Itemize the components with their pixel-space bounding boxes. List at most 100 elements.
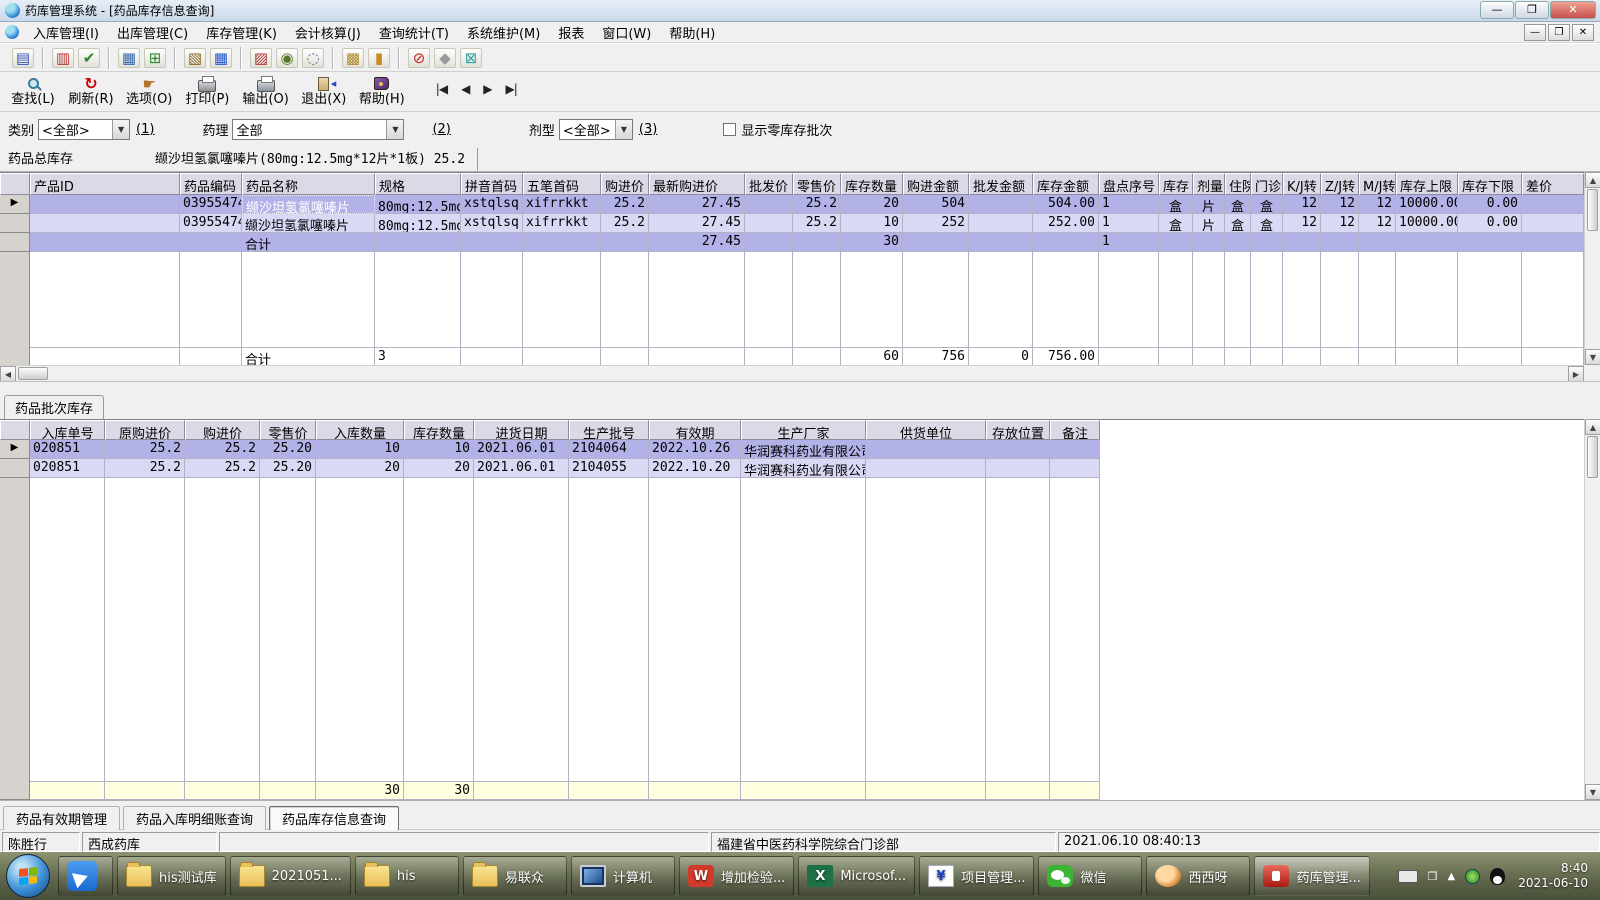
stock-grid-vertical-scrollbar[interactable]: ▲ ▼	[1584, 172, 1600, 365]
grid-cell[interactable]	[745, 233, 793, 252]
grid-cell[interactable]	[1159, 233, 1193, 252]
dosage-form-select[interactable]: <全部> ▼	[558, 118, 633, 140]
start-button[interactable]	[6, 854, 50, 898]
grid-cell[interactable]: 25.2	[601, 195, 649, 214]
taskbar-item[interactable]	[58, 856, 113, 896]
grid-cell[interactable]: 盒	[1251, 214, 1283, 233]
grid-cell[interactable]: 25.2	[601, 214, 649, 233]
grid-cell[interactable]	[1193, 233, 1225, 252]
grid-cell[interactable]	[1099, 347, 1159, 365]
menu-item[interactable]: 窗口(W)	[593, 22, 660, 43]
grid-cell[interactable]	[1050, 459, 1100, 478]
grid-cell[interactable]	[745, 195, 793, 214]
table-row[interactable]: ▶ 03955474缬沙坦氢氯噻嗪片80mg:12.5mg*12片*1板xstql…	[0, 195, 1584, 214]
calculator-icon[interactable]: ⊞	[144, 47, 166, 68]
grid-cell[interactable]: 25.2	[185, 459, 260, 478]
grid-cell[interactable]	[986, 440, 1050, 459]
grid-cell[interactable]: 20	[841, 195, 903, 214]
grid-cell[interactable]: 27.45	[649, 233, 745, 252]
grid-cell[interactable]	[30, 214, 180, 233]
column-header[interactable]: 批发价	[745, 173, 793, 195]
column-header[interactable]: 购进价	[601, 173, 649, 195]
grid-cell[interactable]: 30	[841, 233, 903, 252]
paste-doc-icon[interactable]: ▤	[12, 47, 34, 68]
section-splitter[interactable]	[0, 381, 1600, 396]
category-select[interactable]: <全部> ▼	[38, 118, 131, 140]
table-row[interactable]: 03955474缬沙坦氢氯噻嗪片80mg:12.5mg*12片*1板xstqls…	[0, 214, 1584, 233]
column-header[interactable]: 门诊	[1251, 173, 1283, 195]
grid-cell[interactable]	[30, 347, 180, 365]
row-indicator[interactable]	[0, 459, 30, 478]
grid-cell[interactable]: 12	[1283, 214, 1321, 233]
table-row[interactable]: 合计 27.45 30 1	[0, 233, 1584, 252]
grid-cell[interactable]: 80mg:12.5mg*12片*1板	[375, 214, 461, 233]
check-mail-icon[interactable]: ✔	[78, 47, 100, 68]
grid-cell[interactable]: 12	[1321, 195, 1359, 214]
grid-cell[interactable]	[474, 781, 569, 800]
grid-cell[interactable]: 30	[404, 781, 474, 800]
grid-cell[interactable]: 25.20	[260, 440, 316, 459]
grid-cell[interactable]: 1	[1099, 195, 1159, 214]
taskbar-item[interactable]: X Microsof...	[798, 856, 916, 896]
zero-stock-checkbox-group[interactable]: 显示零库存批次	[723, 120, 832, 139]
input-method-icon[interactable]	[1397, 869, 1418, 883]
grid-cell[interactable]: 504	[903, 195, 969, 214]
grid-cell[interactable]	[1458, 233, 1522, 252]
grid-cell[interactable]	[1359, 347, 1396, 365]
grid-cell[interactable]: 2104064	[569, 440, 649, 459]
column-header[interactable]: 剂量	[1193, 173, 1225, 195]
grid-cell[interactable]: 756	[903, 347, 969, 365]
column-header[interactable]: 药品编码	[180, 173, 242, 195]
grid-cell[interactable]: 10000.00	[1396, 214, 1458, 233]
grid-cell[interactable]: 1	[1099, 214, 1159, 233]
grid-cell[interactable]: 30	[316, 781, 404, 800]
column-header[interactable]: 库存数量	[404, 420, 474, 440]
grid-cell[interactable]	[649, 347, 745, 365]
grid-cell[interactable]: 12	[1359, 214, 1396, 233]
scroll-down-icon[interactable]: ▼	[1585, 349, 1600, 365]
grid-cell[interactable]: 0.00	[1458, 214, 1522, 233]
grid-cell[interactable]: 盒	[1159, 195, 1193, 214]
column-header[interactable]: 住院	[1225, 173, 1251, 195]
grid-cell[interactable]: 25.2	[105, 459, 185, 478]
grid-cell[interactable]: 10	[841, 214, 903, 233]
grid-cell[interactable]: xstqlsq	[461, 214, 523, 233]
grid-cell[interactable]: 2022.10.26	[649, 440, 741, 459]
column-header[interactable]: K/J转	[1283, 173, 1321, 195]
column-header[interactable]: 药品名称	[242, 173, 375, 195]
grid-cell[interactable]	[1225, 233, 1251, 252]
chevron-down-icon[interactable]: ▼	[386, 119, 404, 139]
grid-cell[interactable]: xstqlsq	[461, 195, 523, 214]
column-header[interactable]: Z/J转	[1321, 173, 1359, 195]
grid-cell[interactable]: 25.2	[793, 195, 841, 214]
grid-cell[interactable]	[1159, 347, 1193, 365]
grid-cell[interactable]	[866, 459, 986, 478]
grid-cell[interactable]	[866, 440, 986, 459]
eraser-icon[interactable]: ◆	[434, 47, 456, 68]
grid-cell[interactable]	[260, 781, 316, 800]
grid-cell[interactable]: xifrrkkt	[523, 214, 601, 233]
grid-cell[interactable]: 2022.10.20	[649, 459, 741, 478]
tab-total-stock[interactable]: 药品总库存	[0, 148, 83, 171]
grid-cell[interactable]	[461, 347, 523, 365]
row-indicator[interactable]: ▶	[0, 195, 30, 214]
column-header[interactable]: 拼音首码	[461, 173, 523, 195]
taskbar-item[interactable]: ¥ 项目管理...	[919, 856, 1035, 896]
grid-cell[interactable]	[1225, 347, 1251, 365]
grid-cell[interactable]: 25.2	[185, 440, 260, 459]
grid-cell[interactable]	[30, 233, 180, 252]
grid-cell[interactable]	[30, 781, 105, 800]
row-indicator[interactable]	[0, 233, 30, 252]
grid-cell[interactable]: 252.00	[1033, 214, 1099, 233]
column-header[interactable]: 零售价	[793, 173, 841, 195]
pharmacology-select[interactable]: 全部 ▼	[232, 118, 405, 140]
column-header[interactable]	[0, 173, 30, 195]
grid-cell[interactable]: 10	[316, 440, 404, 459]
grid-cell[interactable]: 盒	[1251, 195, 1283, 214]
column-header[interactable]: 五笔首码	[523, 173, 601, 195]
column-header[interactable]: 库存下限	[1458, 173, 1522, 195]
帮助-button[interactable]: 帮助(H)	[353, 72, 411, 110]
grid-cell[interactable]	[185, 781, 260, 800]
mdi-close-button[interactable]: ✕	[1572, 23, 1594, 41]
grid-cell[interactable]	[1033, 233, 1099, 252]
